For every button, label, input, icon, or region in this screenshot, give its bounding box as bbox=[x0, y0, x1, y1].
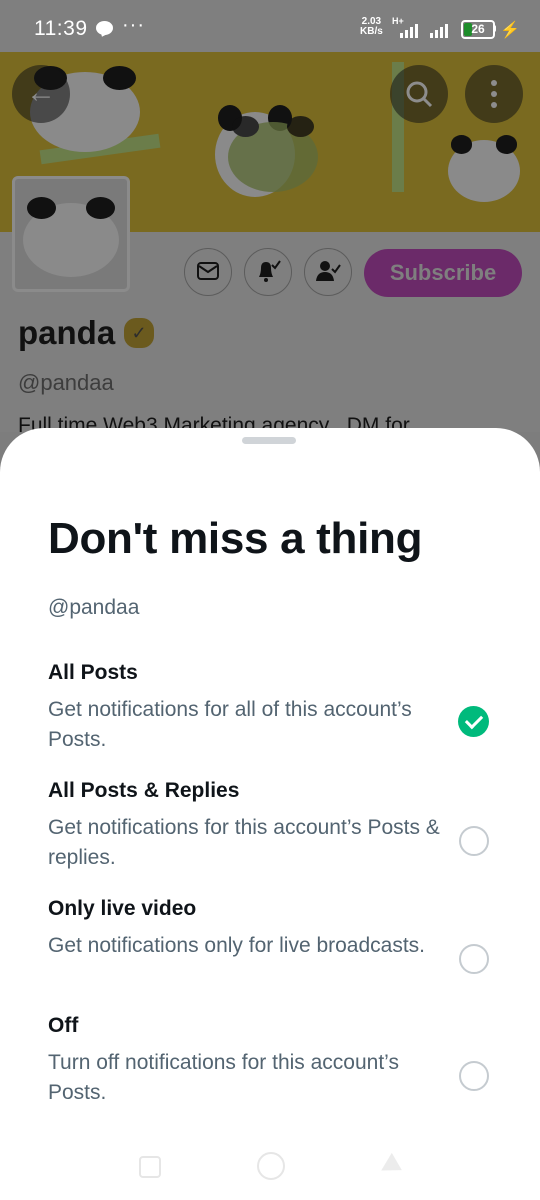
notifications-button[interactable] bbox=[244, 248, 292, 296]
sheet-handle: @pandaa bbox=[48, 596, 140, 619]
option-all-posts[interactable]: All Posts Get notifications for all of t… bbox=[0, 661, 540, 771]
option-all-posts-replies[interactable]: All Posts & Replies Get notifications fo… bbox=[0, 779, 540, 889]
radio-checked-icon[interactable] bbox=[458, 706, 489, 737]
profile-handle: @pandaa bbox=[18, 370, 114, 395]
back-arrow-icon: ← bbox=[26, 76, 56, 109]
bell-check-icon bbox=[259, 260, 281, 282]
option-title: All Posts & Replies bbox=[48, 779, 240, 802]
profile-name: panda bbox=[18, 314, 116, 351]
notification-settings-sheet: Don't miss a thing @pandaa All Posts Get… bbox=[0, 428, 540, 1200]
option-title: Only live video bbox=[48, 897, 197, 920]
option-title: All Posts bbox=[48, 661, 138, 684]
option-description: Get notifications for all of this accoun… bbox=[48, 698, 412, 751]
avatar[interactable] bbox=[12, 176, 130, 292]
sheet-title: Don't miss a thing bbox=[48, 514, 423, 563]
option-description: Turn off notifications for this account’… bbox=[48, 1051, 399, 1104]
option-title: Off bbox=[48, 1014, 79, 1037]
radio-empty-icon[interactable] bbox=[459, 1061, 489, 1091]
follow-button[interactable] bbox=[304, 248, 352, 296]
status-bar: 11:39 ··· 2.03 KB/s H+ 26 ⚡ bbox=[0, 0, 540, 52]
network-speed: 2.03 KB/s bbox=[360, 16, 383, 37]
home-button[interactable] bbox=[257, 1152, 285, 1180]
person-check-icon bbox=[316, 261, 341, 281]
verified-badge-icon: ✓ bbox=[124, 318, 154, 348]
status-time: 11:39 bbox=[34, 17, 88, 40]
battery-icon: 26 bbox=[461, 20, 495, 39]
envelope-icon bbox=[197, 262, 219, 280]
radio-empty-icon[interactable] bbox=[459, 826, 489, 856]
search-button[interactable] bbox=[390, 65, 448, 123]
radio-empty-icon[interactable] bbox=[459, 944, 489, 974]
search-icon bbox=[406, 81, 433, 108]
sheet-grabber[interactable] bbox=[242, 437, 296, 444]
charging-icon: ⚡ bbox=[500, 22, 520, 39]
recents-button[interactable] bbox=[139, 1156, 161, 1178]
more-button[interactable] bbox=[465, 65, 523, 123]
more-vertical-icon bbox=[491, 80, 497, 108]
network-type: H+ bbox=[392, 16, 404, 26]
subscribe-button[interactable]: Subscribe bbox=[364, 249, 522, 297]
message-button[interactable] bbox=[184, 248, 232, 296]
option-off[interactable]: Off Turn off notifications for this acco… bbox=[0, 1014, 540, 1124]
message-icon bbox=[96, 21, 113, 35]
system-nav-bar bbox=[0, 1140, 540, 1200]
more-notifications-icon: ··· bbox=[122, 14, 145, 36]
back-nav-button[interactable] bbox=[376, 1152, 402, 1180]
option-only-live-video[interactable]: Only live video Get notifications only f… bbox=[0, 897, 540, 1007]
option-description: Get notifications for this account’s Pos… bbox=[48, 816, 440, 869]
back-button[interactable]: ← bbox=[12, 65, 70, 123]
option-description: Get notifications only for live broadcas… bbox=[48, 934, 426, 957]
